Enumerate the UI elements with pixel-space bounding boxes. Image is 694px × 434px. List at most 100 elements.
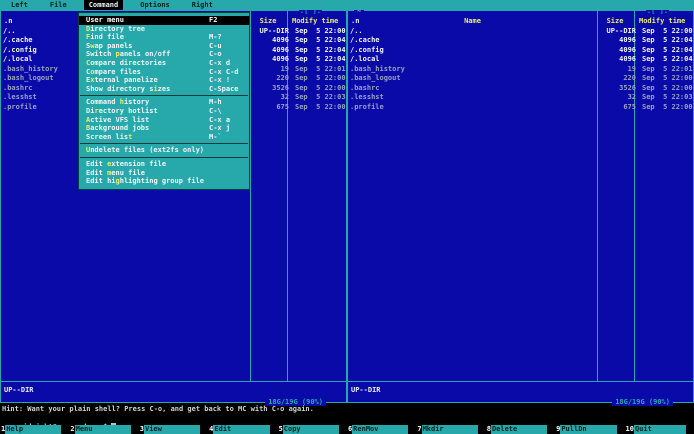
menu-item-compare-files[interactable]: Compare files C-x C-d: [79, 68, 249, 77]
menu-item-background-jobs[interactable]: Background jobs C-x j: [79, 124, 249, 133]
file-row[interactable]: /.cache 4096 Sep 5 22:04: [348, 36, 693, 46]
menu-item-external-panelize[interactable]: External panelize C-x !: [79, 76, 249, 85]
file-row[interactable]: /.. UP--DIR Sep 5 22:00: [348, 27, 693, 37]
hotkey-letter: C: [86, 58, 91, 67]
menu-item-edit-menu-file[interactable]: Edit menu file: [79, 169, 249, 178]
menu-item-screen-list[interactable]: Screen list M-`: [79, 133, 249, 142]
file-size: 3526: [619, 83, 636, 92]
menu-item-directory-tree[interactable]: Directory tree: [79, 25, 249, 34]
menu-item-shortcut: C-\: [209, 106, 222, 115]
menu-item-compare-directories[interactable]: Compare directories C-x d: [79, 59, 249, 68]
menubar-item-file[interactable]: File: [45, 0, 72, 10]
file-size: 220: [623, 74, 636, 83]
menubar-item-command[interactable]: Command: [83, 0, 124, 10]
column-header-mtime[interactable]: Modify time: [639, 17, 685, 26]
file-row[interactable]: .bash_logout 220 Sep 5 22:00: [348, 74, 693, 84]
menu-item-swap-panels[interactable]: Swap panels C-u: [79, 42, 249, 51]
column-header-mtime[interactable]: Modify time: [292, 17, 338, 26]
fkey-copy-button[interactable]: 5 Copy: [278, 425, 347, 434]
fkey-delete-button[interactable]: 8 Delete: [486, 425, 555, 434]
file-mtime: Sep 5 22:00: [295, 26, 346, 35]
menubar-item-options[interactable]: Options: [135, 0, 175, 10]
menu-item-label: Active VFS list: [86, 115, 150, 124]
file-row[interactable]: .bashrc 3526 Sep 5 22:00: [348, 84, 693, 94]
file-size: 19: [627, 64, 636, 73]
file-size: UP--DIR: [606, 26, 636, 35]
file-size: 4096: [619, 55, 636, 64]
menu-item-label: Compare directories: [86, 58, 167, 67]
menu-item-shortcut: [209, 160, 246, 169]
menu-item-label: User menu: [86, 16, 124, 24]
fkey-edit-button[interactable]: 4 Edit: [208, 425, 277, 434]
file-name: .lesshst: [350, 93, 384, 102]
file-row[interactable]: .lesshst 32 Sep 5 22:03: [348, 93, 693, 103]
menu-item-switch-panels-on-off[interactable]: Switch panels on/off C-o: [79, 50, 249, 59]
hotkey-letter: D: [86, 24, 91, 33]
fkey-number: 10: [625, 425, 634, 433]
right-panel: ~ .[^]. .n Name Size Modify time /.. UP--…: [347, 7, 694, 406]
file-mtime: Sep 5 22:04: [295, 45, 346, 54]
mc-screen: LeftFileCommandOptionsRight .[^]. .n Nam…: [0, 0, 694, 434]
menu-item-directory-hotlist[interactable]: Directory hotlist C-\: [79, 107, 249, 116]
menu-item-user-menu[interactable]: User menu F2: [79, 16, 249, 25]
panel-header: .n Name Size Modify time: [348, 17, 693, 26]
menu-item-shortcut: C-x a: [209, 115, 231, 124]
file-size: 220: [276, 74, 289, 83]
fkey-label: Mkdir: [421, 425, 478, 434]
menubar-item-left[interactable]: Left: [6, 0, 33, 10]
menu-item-label: Edit menu file: [86, 168, 146, 177]
menu-item-edit-extension-file[interactable]: Edit extension file: [79, 160, 249, 169]
file-row[interactable]: /.local 4096 Sep 5 22:04: [348, 55, 693, 65]
file-row[interactable]: .profile 675 Sep 5 22:00: [348, 103, 693, 113]
function-key-bar: 1 Help 2 Menu 3 View 4 Edit 5 Copy 6 RenMov 7 Mkdir 8 D…: [0, 425, 694, 434]
file-row[interactable]: .bash_history 19 Sep 5 22:01: [348, 65, 693, 75]
fkey-help-button[interactable]: 1 Help: [0, 425, 69, 434]
menu-item-label: Screen list: [86, 132, 133, 141]
fkey-pulldn-button[interactable]: 9 PullDn: [555, 425, 624, 434]
column-header-size[interactable]: Size: [598, 17, 632, 26]
file-size: 4096: [619, 36, 636, 45]
fkey-label: Copy: [282, 425, 339, 434]
menu-separator: [80, 95, 248, 97]
hotkey-letter: t: [128, 132, 133, 141]
menubar-item-right[interactable]: Right: [187, 0, 218, 10]
file-mtime: Sep 5 22:04: [295, 55, 346, 64]
menu-item-active-vfs-list[interactable]: Active VFS list C-x a: [79, 116, 249, 125]
column-header-name[interactable]: Name: [348, 17, 597, 26]
file-size: 19: [280, 64, 289, 73]
hotkey-letter: A: [86, 115, 91, 124]
file-mtime: Sep 5 22:04: [642, 36, 693, 45]
menu-item-shortcut: [209, 177, 246, 186]
hotkey-letter: U: [86, 16, 91, 24]
fkey-label: PullDn: [560, 425, 617, 434]
file-size: 32: [627, 93, 636, 102]
fkey-mkdir-button[interactable]: 7 Mkdir: [416, 425, 485, 434]
file-name: .bash_logout: [350, 74, 401, 83]
menu-item-find-file[interactable]: Find file M-?: [79, 33, 249, 42]
fkey-view-button[interactable]: 3 View: [139, 425, 208, 434]
file-row[interactable]: /.config 4096 Sep 5 22:04: [348, 46, 693, 56]
file-mtime: Sep 5 22:00: [642, 102, 693, 111]
menu-item-shortcut: C-x !: [209, 76, 231, 85]
menu-item-label: Edit extension file: [86, 159, 167, 168]
file-mtime: Sep 5 22:03: [295, 93, 346, 102]
menu-item-shortcut: M-?: [209, 33, 222, 42]
fkey-quit-button[interactable]: 10 Quit: [625, 425, 694, 434]
fkey-renmov-button[interactable]: 6 RenMov: [347, 425, 416, 434]
file-mtime: Sep 5 22:01: [642, 64, 693, 73]
menu-item-label: External panelize: [86, 76, 158, 85]
column-header-size[interactable]: Size: [251, 17, 285, 26]
hotkey-letter: x: [90, 76, 95, 85]
menu-item-edit-highlighting-group-file[interactable]: Edit highlighting group file: [79, 177, 249, 186]
fkey-menu-button[interactable]: 2 Menu: [69, 425, 138, 434]
menu-item-show-directory-sizes[interactable]: Show directory sizes C-Space: [79, 85, 249, 94]
menu-item-undelete-files-ext2fs-only[interactable]: Undelete files (ext2fs only): [79, 146, 249, 155]
fkey-label: Edit: [213, 425, 270, 434]
menu-item-label: Command history: [86, 98, 150, 107]
hotkey-letter: U: [86, 146, 91, 155]
file-mtime: Sep 5 22:04: [295, 36, 346, 45]
menu-item-command-history[interactable]: Command history M-h: [79, 98, 249, 107]
file-list: /.. UP--DIR Sep 5 22:00 /.cache 4096 Sep 5 22…: [348, 27, 693, 113]
menu-item-shortcut: F2: [209, 16, 218, 24]
menu-item-label: Switch panels on/off: [86, 50, 171, 59]
